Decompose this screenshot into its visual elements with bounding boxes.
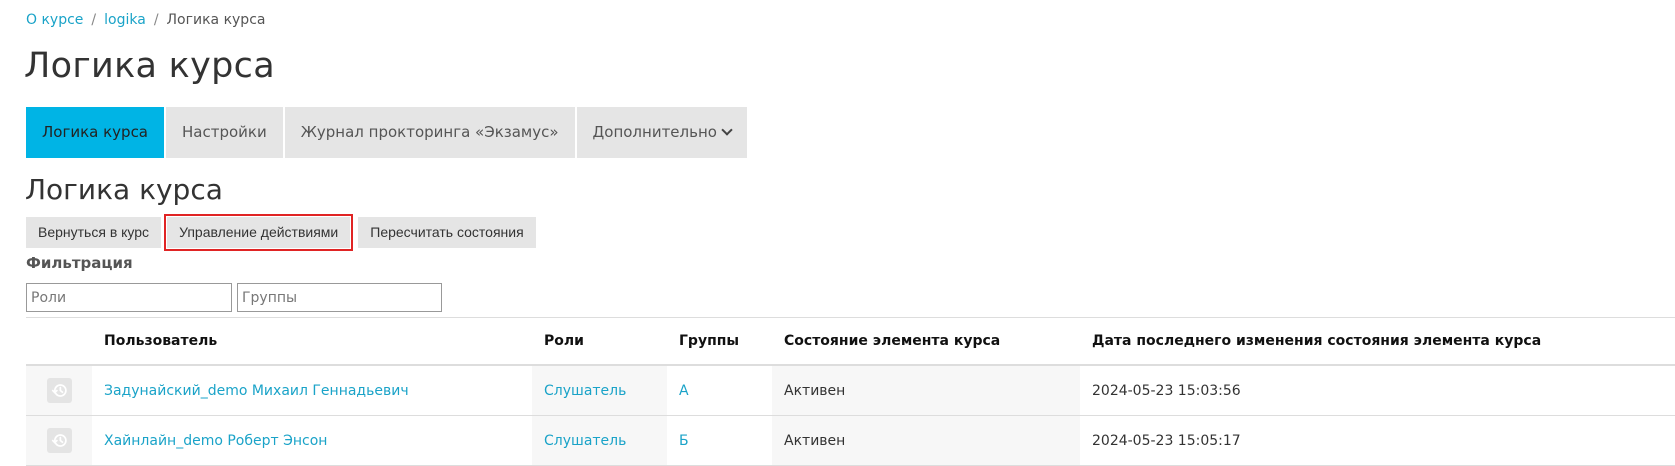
breadcrumb-link-logika[interactable]: logika xyxy=(104,12,146,28)
row-history-cell xyxy=(26,416,92,465)
breadcrumb: О курсе / logika / Логика курса xyxy=(26,12,265,28)
user-link[interactable]: Задунайский_demo Михаил Геннадьевич xyxy=(92,366,532,415)
history-icon[interactable] xyxy=(46,428,72,453)
action-buttons: Вернуться в курс Управление действиями П… xyxy=(26,214,542,251)
breadcrumb-separator: / xyxy=(91,12,97,28)
row-history-cell xyxy=(26,366,92,415)
section-title: Логика курса xyxy=(25,173,223,206)
tab-proctoring-log[interactable]: Журнал прокторинга «Экзамус» xyxy=(284,107,575,158)
date-cell: 2024-05-23 15:03:56 xyxy=(1092,382,1241,399)
page-title: Логика курса xyxy=(24,46,275,86)
table-header-state[interactable]: Состояние элемента курса xyxy=(772,318,1080,364)
table-header-user[interactable]: Пользователь xyxy=(92,318,532,364)
tab-course-logic[interactable]: Логика курса xyxy=(26,107,165,158)
table-header-roles[interactable]: Роли xyxy=(532,318,667,364)
chevron-down-icon xyxy=(721,124,733,136)
breadcrumb-current: Логика курса xyxy=(166,12,266,28)
table-row: Хайнлайн_demo Роберт Энсон Слушатель Б А… xyxy=(26,416,1675,466)
table-row: Задунайский_demo Михаил Геннадьевич Слуш… xyxy=(26,366,1675,416)
recalculate-states-button[interactable]: Пересчитать состояния xyxy=(358,217,536,248)
group-link[interactable]: Б xyxy=(667,416,772,465)
roles-filter-input[interactable] xyxy=(26,283,232,312)
table-header-groups[interactable]: Группы xyxy=(667,318,772,364)
state-cell: Активен xyxy=(772,366,1080,415)
filter-label: Фильтрация xyxy=(26,254,133,272)
table-header-row: Пользователь Роли Группы Состояние элеме… xyxy=(26,318,1675,366)
group-link[interactable]: А xyxy=(667,366,772,415)
groups-filter-input[interactable] xyxy=(237,283,442,312)
tab-settings[interactable]: Настройки xyxy=(166,107,283,158)
breadcrumb-link-course[interactable]: О курсе xyxy=(26,12,83,28)
table-header-icon xyxy=(26,318,92,364)
user-link[interactable]: Хайнлайн_demo Роберт Энсон xyxy=(92,416,532,465)
history-icon[interactable] xyxy=(46,378,72,403)
role-link[interactable]: Слушатель xyxy=(532,416,667,465)
tab-more-label: Дополнительно xyxy=(592,123,717,141)
role-link[interactable]: Слушатель xyxy=(532,366,667,415)
nav-tabs: Логика курса Настройки Журнал прокторинг… xyxy=(26,107,749,158)
table-header-date[interactable]: Дата последнего изменения состояния элем… xyxy=(1080,318,1675,364)
users-table: Пользователь Роли Группы Состояние элеме… xyxy=(26,317,1675,466)
state-cell: Активен xyxy=(772,416,1080,465)
manage-actions-button[interactable]: Управление действиями xyxy=(164,214,354,251)
date-cell: 2024-05-23 15:05:17 xyxy=(1092,432,1241,449)
breadcrumb-separator: / xyxy=(153,12,159,28)
tab-more[interactable]: Дополнительно xyxy=(576,107,747,158)
back-to-course-button[interactable]: Вернуться в курс xyxy=(26,217,162,248)
